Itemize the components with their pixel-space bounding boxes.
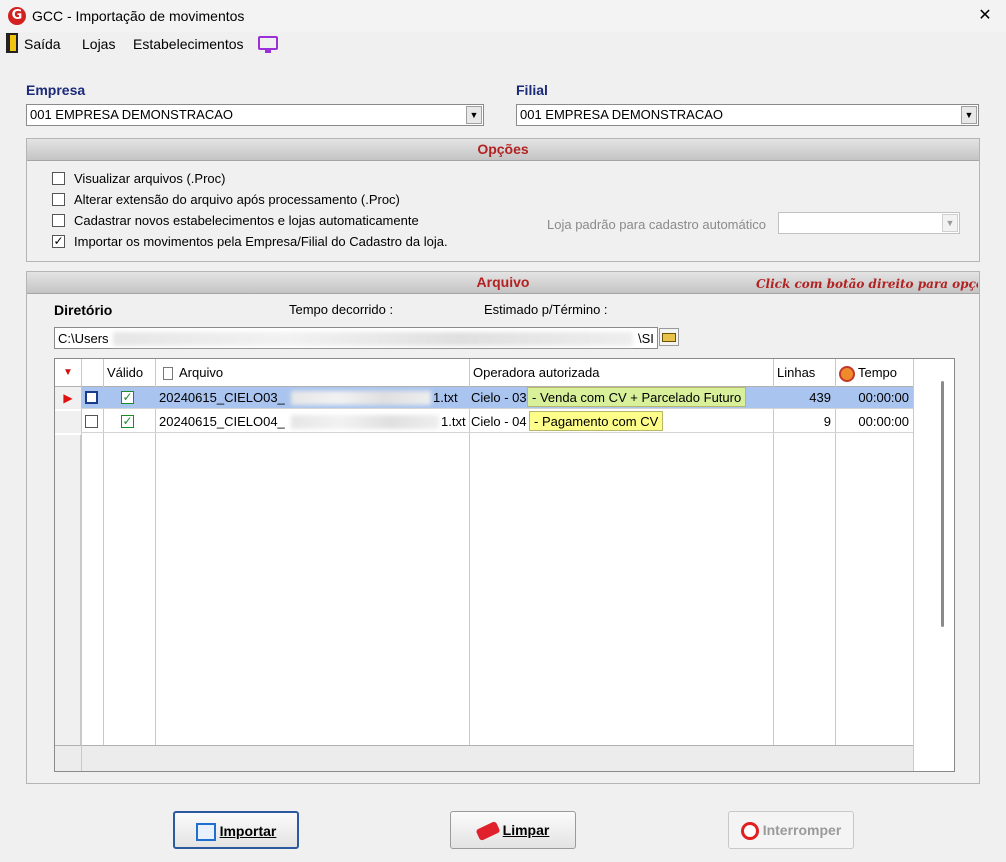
- grid-footer: [55, 745, 913, 771]
- scrollbar-thumb[interactable]: [941, 381, 944, 627]
- checkbox-importar-empresa[interactable]: ✓: [52, 235, 65, 248]
- header-arquivo[interactable]: Arquivo: [155, 359, 469, 387]
- monitor-icon[interactable]: [258, 36, 278, 53]
- import-icon: [195, 823, 216, 842]
- row-select-cell[interactable]: [81, 387, 103, 409]
- empresa-label: Empresa: [26, 82, 86, 98]
- row-valido-cell: ✓: [103, 411, 155, 433]
- row-operadora-desc: - Pagamento com CV: [529, 411, 664, 431]
- filial-label: Filial: [516, 82, 548, 98]
- row-valido-cell: ✓: [103, 387, 155, 409]
- diretorio-path-end: \SI: [638, 331, 654, 346]
- row-arquivo-prefix: 20240615_CIELO03_: [159, 390, 285, 405]
- vertical-scrollbar[interactable]: [914, 359, 954, 771]
- app-logo-icon: G: [8, 7, 26, 25]
- header-linhas[interactable]: Linhas: [773, 359, 835, 387]
- redacted-path: [113, 332, 633, 346]
- interromper-label: Interromper: [762, 822, 842, 838]
- table-row[interactable]: ▶ ✓ 20240615_CIELO03_ 1.txt Cielo - 03 -…: [55, 387, 913, 409]
- chevron-down-icon[interactable]: ▼: [961, 106, 977, 124]
- arquivo-hint: Click com botão direito para opções: [756, 277, 978, 291]
- checkbox-visualizar-label: Visualizar arquivos (.Proc): [74, 171, 226, 186]
- row-operadora-desc: - Venda com CV + Parcelado Futuro: [527, 387, 747, 407]
- folder-open-icon[interactable]: [659, 328, 679, 346]
- menu-estabelecimentos[interactable]: Estabelecimentos: [133, 36, 244, 52]
- header-tempo[interactable]: Tempo: [835, 359, 913, 387]
- checkbox-cadastrar[interactable]: [52, 214, 65, 227]
- eraser-icon: [475, 821, 501, 842]
- chevron-down-icon[interactable]: ▼: [942, 214, 958, 232]
- row-indicator-column: [55, 435, 81, 745]
- opcoes-title: Opções: [27, 139, 979, 161]
- importar-button[interactable]: Importar: [173, 811, 299, 849]
- files-grid: ▼ Válido Arquivo Operadora autorizada Li…: [54, 358, 955, 772]
- checkbox-alterar-extensao-label: Alterar extensão do arquivo após process…: [74, 192, 400, 207]
- alarm-clock-icon: [839, 365, 855, 382]
- valid-check-icon: ✓: [121, 414, 134, 428]
- filial-select[interactable]: 001 EMPRESA DEMONSTRACAO ▼: [516, 104, 979, 126]
- interromper-button[interactable]: Interromper: [728, 811, 854, 849]
- checkbox-alterar-extensao[interactable]: [52, 193, 65, 206]
- empresa-value: 001 EMPRESA DEMONSTRACAO: [30, 107, 233, 122]
- window-title: GCC - Importação de movimentos: [32, 8, 245, 24]
- row-indicator-icon: ▶: [55, 387, 81, 409]
- row-operadora: Cielo - 04: [471, 414, 527, 429]
- row-select-checkbox[interactable]: [85, 415, 98, 428]
- row-arquivo-suffix: 1.txt: [441, 414, 466, 429]
- close-button[interactable]: ✕: [970, 3, 1000, 29]
- checkbox-cadastrar-label: Cadastrar novos estabelecimentos e lojas…: [74, 213, 419, 228]
- row-linhas: 9: [823, 414, 831, 429]
- stop-icon: [740, 822, 759, 841]
- redacted-filename: [291, 391, 431, 405]
- header-select[interactable]: [81, 359, 103, 387]
- diretorio-path-start: C:\Users: [58, 331, 109, 346]
- row-arquivo-prefix: 20240615_CIELO04_: [159, 414, 285, 429]
- table-row[interactable]: ✓ 20240615_CIELO04_ 1.txt Cielo - 04 - P…: [55, 411, 913, 433]
- filial-value: 001 EMPRESA DEMONSTRACAO: [520, 107, 723, 122]
- estimado-label: Estimado p/Término :: [484, 302, 608, 317]
- checkbox-visualizar[interactable]: [52, 172, 65, 185]
- menu-saida[interactable]: Saída: [24, 36, 61, 52]
- redacted-filename: [291, 415, 439, 429]
- loja-padrao-select[interactable]: ▼: [778, 212, 960, 234]
- header-arquivo-label: Arquivo: [179, 365, 224, 380]
- checkbox-importar-empresa-label: Importar os movimentos pela Empresa/Fili…: [74, 234, 448, 249]
- empresa-select[interactable]: 001 EMPRESA DEMONSTRACAO ▼: [26, 104, 484, 126]
- menu-lojas[interactable]: Lojas: [82, 36, 115, 52]
- exit-door-icon[interactable]: [6, 33, 18, 53]
- row-select-checkbox[interactable]: [85, 391, 98, 404]
- row-indicator: [55, 411, 81, 433]
- row-tempo: 00:00:00: [858, 414, 909, 429]
- row-arquivo-suffix: 1.txt: [433, 390, 458, 405]
- row-select-cell[interactable]: [81, 411, 103, 433]
- importar-label: Importar: [219, 823, 277, 839]
- sort-arrow-icon[interactable]: ▼: [55, 359, 81, 387]
- row-tempo: 00:00:00: [858, 390, 909, 405]
- row-linhas: 439: [809, 390, 831, 405]
- limpar-button[interactable]: Limpar: [450, 811, 576, 849]
- diretorio-input[interactable]: C:\Users \SI: [54, 327, 658, 349]
- tempo-decorrido-label: Tempo decorrido :: [289, 302, 394, 317]
- header-tempo-label: Tempo: [858, 365, 898, 380]
- row-operadora: Cielo - 03: [471, 390, 527, 405]
- header-valido[interactable]: Válido: [103, 359, 155, 387]
- limpar-label: Limpar: [502, 822, 550, 838]
- header-operadora[interactable]: Operadora autorizada: [469, 359, 773, 387]
- diretorio-label: Diretório: [54, 302, 113, 318]
- file-icon: [163, 367, 173, 381]
- loja-padrao-label: Loja padrão para cadastro automático: [547, 217, 766, 232]
- valid-check-icon: ✓: [121, 390, 134, 404]
- chevron-down-icon[interactable]: ▼: [466, 106, 482, 124]
